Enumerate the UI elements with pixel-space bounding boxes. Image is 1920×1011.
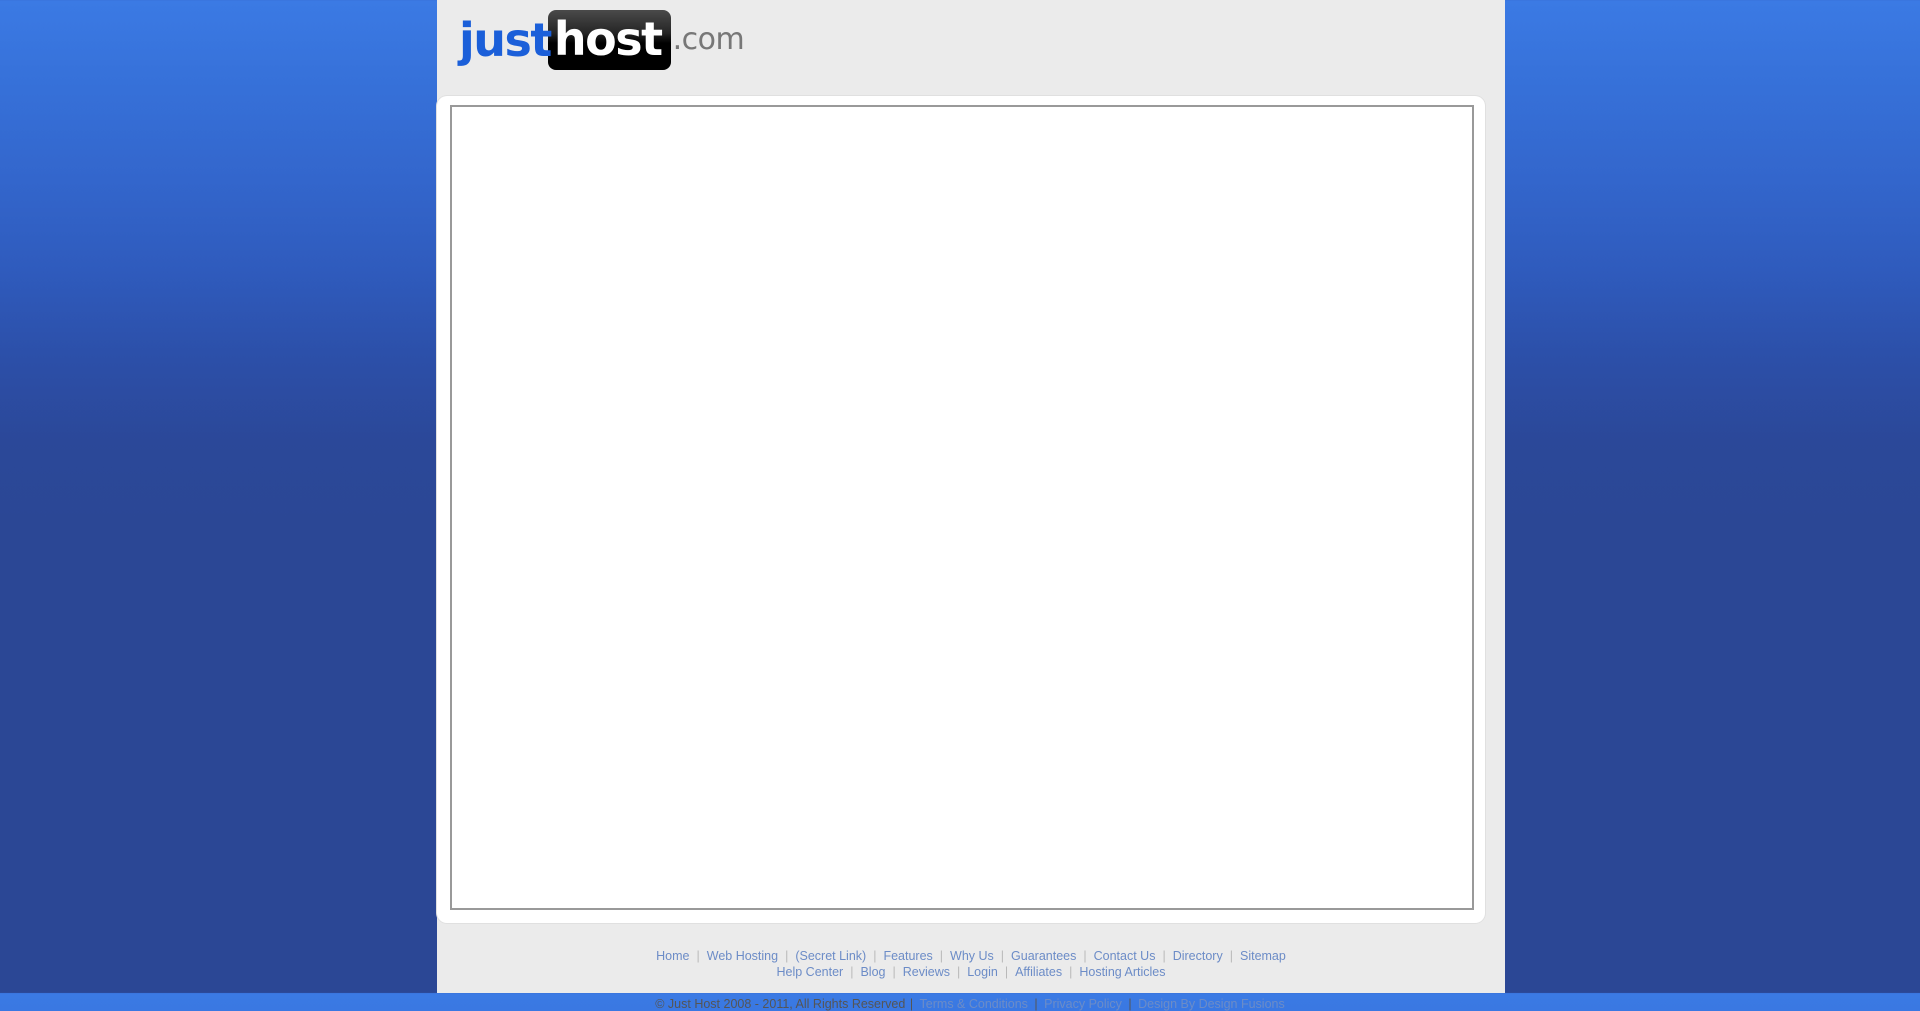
copyright-separator: |: [909, 997, 917, 1011]
copyright-text: © Just Host 2008 - 2011, All Rights Rese…: [655, 997, 906, 1011]
justhost-logo[interactable]: just host .com: [459, 10, 745, 70]
footer-copyright: © Just Host 2008 - 2011, All Rights Rese…: [437, 980, 1505, 1011]
footer-link-reviews[interactable]: Reviews: [896, 965, 957, 979]
copyright-links: | Terms & Conditions | Privacy Policy | …: [909, 997, 1287, 1011]
footer-link-secret-link[interactable]: (Secret Link): [788, 949, 873, 963]
copyright-link-terms-conditions[interactable]: Terms & Conditions: [918, 997, 1030, 1011]
footer-nav-row-secondary: Help Center | Blog | Reviews | Login | Affiliate…: [437, 964, 1505, 980]
footer-link-hosting-articles[interactable]: Hosting Articles: [1072, 965, 1172, 979]
footer-link-help-center[interactable]: Help Center: [770, 965, 851, 979]
footer-link-why-us[interactable]: Why Us: [943, 949, 1001, 963]
content-shell: [437, 96, 1485, 923]
copyright-separator: |: [1030, 997, 1042, 1011]
logo-text-host: host: [553, 12, 663, 66]
main-content-body: [452, 107, 1472, 908]
site-header: just host .com: [437, 0, 1505, 100]
footer-link-contact-us[interactable]: Contact Us: [1087, 949, 1163, 963]
logo-host-badge: host: [547, 10, 671, 70]
page-container: just host .com Home | Web Hosting | (Secret …: [437, 0, 1505, 1011]
logo-text-just: just: [459, 13, 552, 67]
footer-nav-row-primary: Home | Web Hosting | (Secret Link) | Features |…: [437, 932, 1505, 964]
copyright-link-design-by-design-fusions[interactable]: Design By Design Fusions: [1136, 997, 1287, 1011]
footer-link-sitemap[interactable]: Sitemap: [1233, 949, 1293, 963]
footer-link-home[interactable]: Home: [649, 949, 696, 963]
site-footer: Home | Web Hosting | (Secret Link) | Features |…: [437, 932, 1505, 1011]
footer-link-blog[interactable]: Blog: [853, 965, 892, 979]
copyright-link-privacy-policy[interactable]: Privacy Policy: [1042, 997, 1124, 1011]
logo-text-com: .com: [672, 22, 745, 57]
footer-link-web-hosting[interactable]: Web Hosting: [700, 949, 785, 963]
copyright-separator: |: [1124, 997, 1136, 1011]
footer-link-guarantees[interactable]: Guarantees: [1004, 949, 1083, 963]
footer-link-directory[interactable]: Directory: [1166, 949, 1230, 963]
footer-link-login[interactable]: Login: [960, 965, 1005, 979]
footer-link-affiliates[interactable]: Affiliates: [1008, 965, 1069, 979]
footer-link-features[interactable]: Features: [876, 949, 939, 963]
main-content-panel: [450, 105, 1474, 910]
